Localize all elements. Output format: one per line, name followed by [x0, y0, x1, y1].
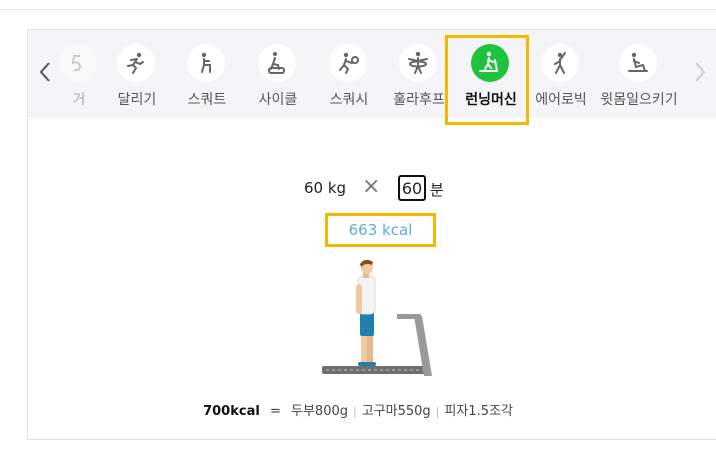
food-sweet-potato: 고구마550g: [361, 404, 431, 419]
food-pizza: 피자1.5조각: [444, 404, 513, 419]
squat-icon: [187, 44, 225, 82]
separator: |: [435, 405, 440, 418]
weight-value: 60 kg: [304, 179, 347, 197]
minutes-unit: 분: [430, 181, 444, 199]
partial-exercise-icon: [59, 44, 97, 82]
tab-aerobic[interactable]: 에어로빅: [524, 38, 598, 114]
equiv-kcal: 700kcal: [203, 404, 260, 419]
active-tab-highlight: [445, 35, 529, 125]
running-icon: [117, 44, 155, 82]
minutes-input[interactable]: [398, 175, 426, 201]
treadmill-runner-illustration: [322, 259, 432, 376]
scroll-right-button[interactable]: [690, 56, 710, 88]
multiply-sign: ×: [362, 174, 381, 199]
tab-situp[interactable]: 윗몸일으키기: [600, 38, 678, 114]
food-tofu: 두부800g: [291, 404, 348, 419]
hula-hoop-icon: [399, 44, 437, 82]
squash-icon: [329, 44, 367, 82]
equals-sign: =: [269, 404, 281, 419]
cycle-icon: [258, 44, 296, 82]
chevron-right-icon: [695, 62, 706, 82]
aerobic-icon: [541, 44, 579, 82]
kcal-result: 663 kcal: [325, 213, 436, 247]
situp-icon: [619, 44, 657, 82]
top-divider: [0, 9, 716, 10]
separator: |: [353, 405, 357, 418]
calorie-equivalence: 700kcal = 두부800g | 고구마550g | 피자1.5조각: [0, 400, 716, 419]
